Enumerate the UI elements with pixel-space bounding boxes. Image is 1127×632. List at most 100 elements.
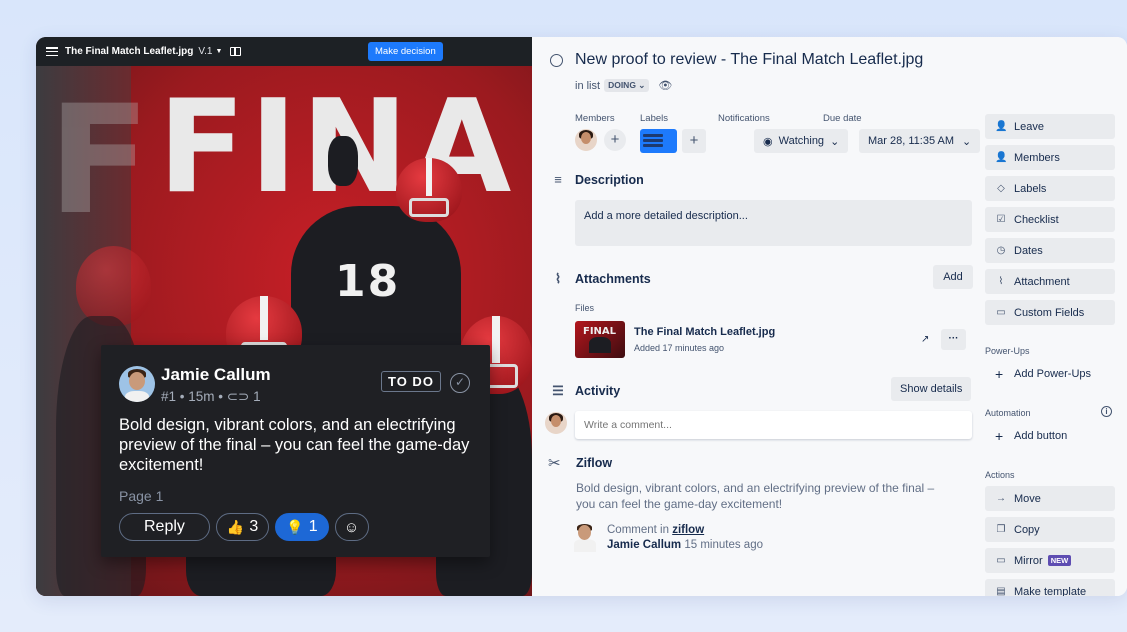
thumbs-up-icon: 👍 (226, 518, 245, 535)
watching-button[interactable]: ◉ Watching ⌄ (754, 129, 849, 153)
poster-ghost-letters: F (48, 74, 151, 248)
attachments-heading: Attachments (575, 272, 651, 286)
list-dropdown[interactable]: DOING ⌄ (604, 79, 650, 92)
comment-popover: Jamie Callum #1 • 15m • ⊂⊃ 1 TO DO ✓ Bol… (101, 345, 490, 557)
file-thumbnail[interactable]: FINAL (575, 321, 625, 358)
template-icon: ▤ (996, 586, 1006, 596)
comment-input[interactable] (575, 411, 972, 439)
app-window: The Final Match Leaflet.jpg V.1 ▼ Make d… (36, 37, 1127, 596)
activity-section: ☰ Activity (550, 383, 620, 399)
check-circle-icon[interactable]: ✓ (450, 373, 470, 393)
plus-icon: + (995, 428, 1004, 444)
tag-icon: ◇ (997, 183, 1005, 194)
ziflow-name: Ziflow (576, 456, 613, 470)
ziflow-link[interactable]: ziflow (672, 524, 704, 536)
file-more-button[interactable]: ··· (941, 329, 966, 350)
comment-meta: #1 • 15m • ⊂⊃ 1 (161, 389, 261, 405)
comment-text: Bold design, vibrant colors, and an elec… (119, 416, 470, 474)
description-icon: ≡ (554, 172, 562, 187)
make-template-button[interactable]: ▤ Make template (985, 579, 1115, 596)
reply-button[interactable]: Reply (119, 513, 210, 541)
card-list-info: in list DOING ⌄ 👁 (575, 79, 672, 92)
add-button-label: Add button (1014, 430, 1068, 442)
add-button-button[interactable]: + Add button (985, 428, 1067, 444)
comment-author-line: Jamie Callum 15 minutes ago (607, 539, 763, 551)
watching-label: Watching (778, 135, 825, 147)
comment-page: Page 1 (119, 488, 164, 504)
clock-icon: ◷ (996, 245, 1006, 256)
leave-button[interactable]: 👤 Leave (985, 114, 1115, 139)
custom-fields-button[interactable]: ▭ Custom Fields (985, 300, 1115, 325)
labels-button-label: Labels (1014, 182, 1047, 195)
player-helmet-blur (76, 246, 151, 326)
members-button[interactable]: 👤 Members (985, 145, 1115, 170)
label-chip[interactable] (640, 129, 677, 153)
chevron-down-icon[interactable]: ▼ (215, 48, 222, 55)
user-icon: 👤 (995, 121, 1008, 132)
thumbs-up-reaction[interactable]: 👍 3 (215, 513, 270, 541)
book-icon[interactable] (230, 47, 242, 56)
copy-icon: ❐ (996, 524, 1006, 535)
card-detail-panel: New proof to review - The Final Match Le… (532, 37, 1127, 596)
file-name[interactable]: The Final Match Leaflet.jpg (634, 326, 775, 338)
mirror-icon: ▭ (996, 555, 1006, 566)
comment-time: 15 minutes ago (684, 539, 763, 551)
avatar (573, 524, 597, 552)
complete-toggle[interactable] (550, 53, 563, 67)
card-title-row: New proof to review - The Final Match Le… (550, 51, 923, 69)
add-attachment-button[interactable]: Add (933, 265, 973, 289)
player-arm (328, 136, 358, 186)
viewer-file-title: The Final Match Leaflet.jpg (65, 46, 194, 57)
move-button[interactable]: → Move (985, 486, 1115, 511)
plus-icon: + (995, 366, 1004, 382)
activity-heading: Activity (575, 384, 621, 398)
card-title[interactable]: New proof to review - The Final Match Le… (575, 51, 923, 69)
attachment-label: Attachment (1014, 275, 1070, 288)
checklist-button[interactable]: ☑ Checklist (985, 207, 1115, 232)
description-input[interactable]: Add a more detailed description... (575, 200, 972, 246)
comment-meta-text: #1 • 15m • (161, 389, 227, 404)
paperclip-icon: ⌇ (998, 276, 1004, 287)
description-heading: Description (575, 172, 644, 187)
add-label-button[interactable]: + (682, 129, 706, 153)
add-member-button[interactable]: + (604, 129, 626, 151)
comment-actions: Reply 👍 3 💡 1 ☺ (119, 513, 369, 541)
eye-icon[interactable]: 👁 (658, 79, 672, 92)
comment-in-prefix: Comment in (607, 524, 669, 536)
comment-attachments-count: 1 (253, 389, 261, 404)
mirror-button[interactable]: ▭ Mirror NEW (985, 548, 1115, 573)
menu-icon[interactable] (46, 47, 58, 56)
members-button-label: Members (1014, 151, 1060, 164)
jersey-number: 18 (335, 256, 401, 307)
open-external-icon[interactable]: ↗ (921, 334, 929, 345)
avatar (545, 412, 567, 434)
make-template-label: Make template (1014, 585, 1087, 597)
due-date-button[interactable]: Mar 28, 11:35 AM ⌄ (859, 129, 981, 153)
add-emoji-icon[interactable]: ☺ (334, 513, 369, 541)
comment-source: Comment in ziflow (607, 524, 704, 536)
user-icon: 👤 (995, 152, 1008, 163)
copy-label: Copy (1014, 523, 1040, 536)
copy-button[interactable]: ❐ Copy (985, 517, 1115, 542)
paperclip-icon: ⊂⊃ (226, 389, 254, 404)
viewer-toolbar: The Final Match Leaflet.jpg V.1 ▼ Make d… (36, 37, 532, 66)
list-name: DOING (608, 80, 636, 90)
comment-author: Jamie Callum (161, 365, 271, 384)
dates-button[interactable]: ◷ Dates (985, 238, 1115, 263)
ziflow-comment-text: Bold design, vibrant colors, and an elec… (576, 481, 935, 511)
mirror-label: Mirror (1014, 554, 1043, 567)
show-details-button[interactable]: Show details (891, 377, 972, 401)
info-icon[interactable]: i (1101, 406, 1112, 417)
attachment-button[interactable]: ⌇ Attachment (985, 269, 1115, 294)
status-badge[interactable]: TO DO (381, 371, 441, 392)
make-decision-button[interactable]: Make decision (368, 42, 443, 61)
labels-button[interactable]: ◇ Labels (985, 176, 1115, 201)
lightbulb-reaction[interactable]: 💡 1 (275, 513, 329, 541)
new-badge: NEW (1047, 555, 1072, 566)
add-powerups-button[interactable]: + Add Power-Ups (985, 366, 1091, 382)
comment-author-name[interactable]: Jamie Callum (607, 539, 681, 551)
version-selector[interactable]: V.1 (198, 46, 212, 57)
avatar[interactable] (575, 129, 597, 151)
labels-label: Labels (640, 113, 668, 124)
ziflow-icon: ✂ (548, 455, 561, 472)
